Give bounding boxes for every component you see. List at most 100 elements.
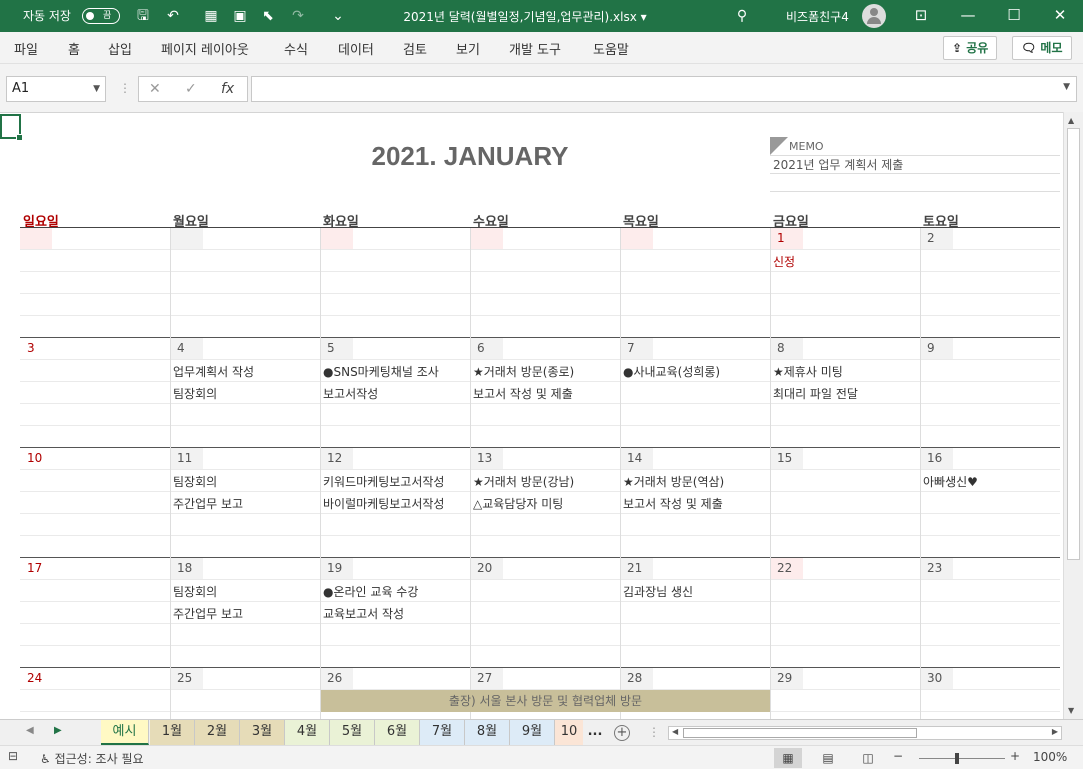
- event-text[interactable]: 교육보고서 작성: [323, 605, 404, 622]
- maximize-icon[interactable]: ☐: [991, 0, 1037, 32]
- form-icon[interactable]: ▦: [203, 8, 219, 24]
- date-cell[interactable]: 7: [621, 338, 653, 359]
- date-cell[interactable]: 23: [921, 558, 953, 579]
- date-cell[interactable]: 13: [471, 448, 503, 469]
- date-cell[interactable]: 4: [171, 338, 203, 359]
- sheet-tab[interactable]: 1월: [150, 720, 195, 745]
- event-text[interactable]: 아빠생신♥: [923, 473, 978, 490]
- event-text[interactable]: ●온라인 교육 수강: [323, 583, 418, 600]
- date-cell-empty[interactable]: [471, 228, 503, 249]
- date-cell[interactable]: 18: [171, 558, 203, 579]
- date-cell[interactable]: 22: [771, 558, 803, 579]
- insert-function-icon[interactable]: fx: [221, 77, 234, 101]
- date-cell[interactable]: 1: [771, 228, 803, 249]
- event-text[interactable]: 주간업무 보고: [173, 495, 243, 512]
- event-text[interactable]: △교육담당자 미팅: [473, 495, 563, 512]
- tab-page-layout[interactable]: 페이지 레이아웃: [161, 39, 249, 58]
- date-cell[interactable]: 20: [471, 558, 503, 579]
- drag-handle-icon[interactable]: ⋮: [648, 725, 660, 739]
- chevron-down-icon[interactable]: ▼: [93, 77, 100, 101]
- macro-record-icon[interactable]: ⊟: [8, 749, 18, 763]
- date-cell[interactable]: 8: [771, 338, 803, 359]
- event-text[interactable]: 키워드마케팅보고서작성: [323, 473, 444, 490]
- sheet-tab[interactable]: 2월: [195, 720, 240, 745]
- tab-formulas[interactable]: 수식: [284, 39, 308, 58]
- sheet-tab[interactable]: 5월: [330, 720, 375, 745]
- date-cell[interactable]: 5: [321, 338, 353, 359]
- minimize-icon[interactable]: —: [945, 0, 991, 32]
- zoom-slider-thumb[interactable]: [955, 753, 959, 764]
- avatar[interactable]: [862, 4, 886, 28]
- date-cell-empty[interactable]: [20, 228, 52, 249]
- date-cell[interactable]: 11: [171, 448, 203, 469]
- comments-button[interactable]: 🗨 메모: [1012, 36, 1072, 60]
- tab-insert[interactable]: 삽입: [108, 39, 132, 58]
- picture-icon[interactable]: ▣: [232, 8, 248, 24]
- date-cell[interactable]: 10: [21, 448, 53, 469]
- sheet-tab[interactable]: 8월: [465, 720, 510, 745]
- tab-file[interactable]: 파일: [14, 39, 38, 58]
- sheet-tab[interactable]: 10: [555, 720, 583, 745]
- user-name[interactable]: 비즈폼친구4: [786, 8, 849, 25]
- event-text[interactable]: ●사내교육(성희롱): [623, 363, 720, 380]
- page-break-view-button[interactable]: ◫: [854, 748, 882, 768]
- date-cell[interactable]: 12: [321, 448, 353, 469]
- date-cell[interactable]: 2: [921, 228, 953, 249]
- next-sheet-icon[interactable]: ▶: [54, 725, 62, 736]
- zoom-in-icon[interactable]: +: [1010, 749, 1020, 763]
- scroll-up-icon[interactable]: ▲: [1068, 116, 1074, 125]
- event-text[interactable]: 주간업무 보고: [173, 605, 243, 622]
- formula-input[interactable]: ▼: [251, 76, 1077, 102]
- date-cell[interactable]: 24: [21, 668, 53, 689]
- date-cell[interactable]: 15: [771, 448, 803, 469]
- date-cell[interactable]: 17: [21, 558, 53, 579]
- ribbon-display-icon[interactable]: ⊡: [898, 0, 944, 32]
- customize-qat-icon[interactable]: ⌄: [330, 8, 346, 24]
- save-icon[interactable]: 🖫: [135, 8, 151, 24]
- horizontal-scrollbar[interactable]: ◀ ▶: [668, 726, 1062, 740]
- undo-icon[interactable]: ↶: [165, 8, 181, 24]
- tab-review[interactable]: 검토: [403, 39, 427, 58]
- sheet-tab[interactable]: 7월: [420, 720, 465, 745]
- scroll-right-icon[interactable]: ▶: [1052, 727, 1058, 736]
- scroll-thumb[interactable]: [683, 728, 917, 738]
- date-cell-empty[interactable]: [321, 228, 353, 249]
- event-text[interactable]: 팀장회의: [173, 583, 217, 600]
- date-cell[interactable]: 30: [921, 668, 953, 689]
- tab-developer[interactable]: 개발 도구: [509, 39, 561, 58]
- selected-cell[interactable]: [0, 114, 23, 141]
- enter-icon[interactable]: ✓: [185, 77, 197, 101]
- name-box[interactable]: A1 ▼: [6, 76, 106, 102]
- page-layout-view-button[interactable]: ▤: [814, 748, 842, 768]
- more-sheets-button[interactable]: ...: [585, 720, 605, 745]
- date-cell-empty[interactable]: [621, 228, 653, 249]
- redo-icon[interactable]: ↷: [290, 8, 306, 24]
- cancel-icon[interactable]: ✕: [149, 77, 161, 101]
- event-text[interactable]: ★거래처 방문(역삼): [623, 473, 724, 490]
- pointer-icon[interactable]: ⬉: [260, 8, 276, 24]
- date-cell[interactable]: 19: [321, 558, 353, 579]
- date-cell[interactable]: 21: [621, 558, 653, 579]
- date-cell-empty[interactable]: [171, 228, 203, 249]
- date-cell[interactable]: 28: [621, 668, 653, 689]
- date-cell[interactable]: 25: [171, 668, 203, 689]
- date-cell[interactable]: 3: [21, 338, 53, 359]
- event-text[interactable]: 팀장회의: [173, 385, 217, 402]
- worksheet-grid[interactable]: 2021. JANUARY MEMO 2021년 업무 계획서 제출 일요일 월…: [0, 112, 1063, 719]
- prev-sheet-icon[interactable]: ◀: [26, 725, 34, 736]
- document-title[interactable]: 2021년 달력(월별일정,기념일,업무관리).xlsx ▾: [360, 8, 690, 25]
- date-cell[interactable]: 26: [321, 668, 353, 689]
- event-text[interactable]: 신정: [773, 253, 795, 270]
- tab-help[interactable]: 도움말: [593, 39, 629, 58]
- event-text[interactable]: ★거래처 방문(종로): [473, 363, 574, 380]
- date-cell[interactable]: 14: [621, 448, 653, 469]
- sheet-tab[interactable]: 4월: [285, 720, 330, 745]
- scroll-left-icon[interactable]: ◀: [672, 727, 678, 736]
- sheet-tab[interactable]: 예시: [101, 720, 149, 745]
- add-sheet-button[interactable]: +: [614, 725, 630, 741]
- expand-formula-icon[interactable]: ▼: [1063, 82, 1070, 92]
- date-cell[interactable]: 9: [921, 338, 953, 359]
- multi-day-event[interactable]: 출장) 서울 본사 방문 및 협력업체 방문: [321, 690, 770, 712]
- accessibility-status[interactable]: ♿ 접근성: 조사 필요: [40, 750, 144, 767]
- scroll-down-icon[interactable]: ▼: [1068, 706, 1074, 715]
